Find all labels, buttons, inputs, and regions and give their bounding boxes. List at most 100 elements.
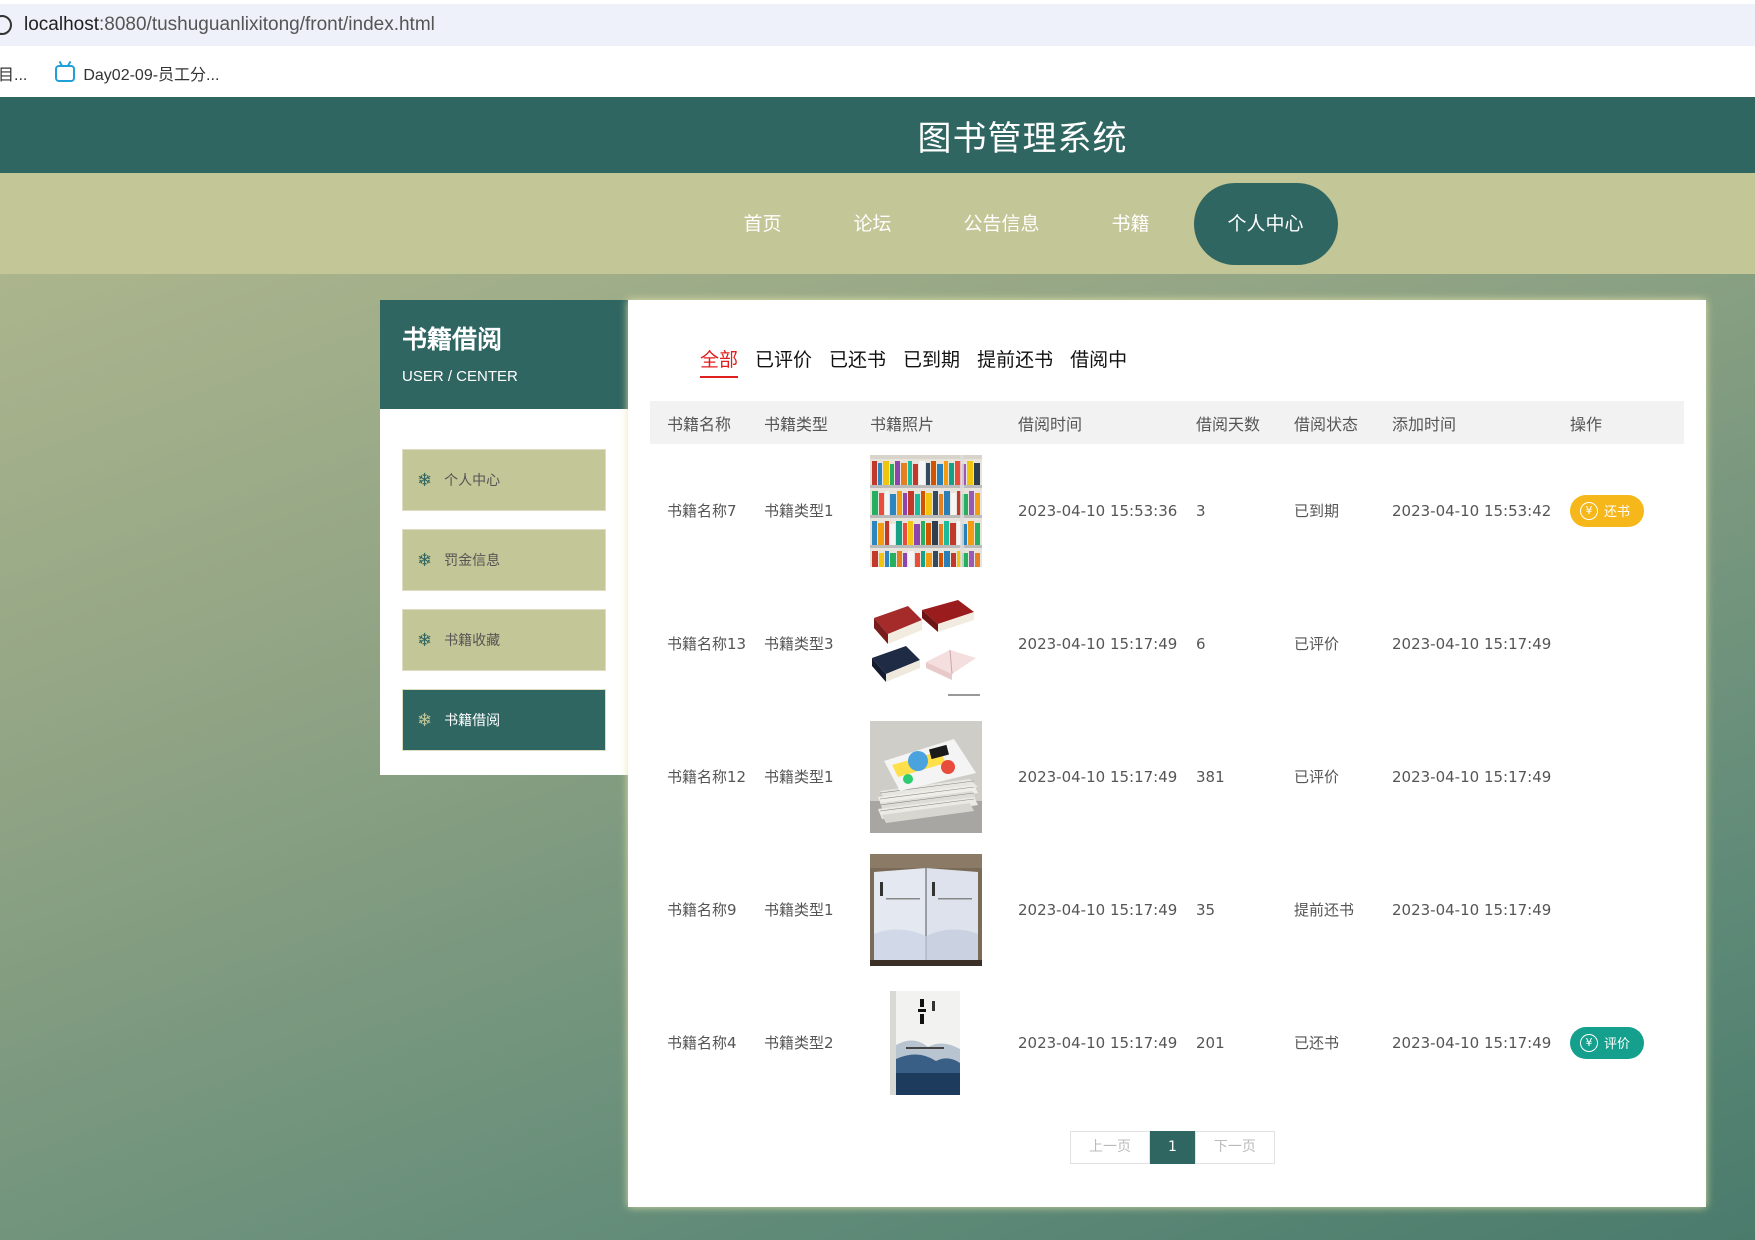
borrow-status: 已还书 bbox=[1294, 1034, 1340, 1052]
bookmarks-bar: 目... Day02-09-员工分... bbox=[0, 48, 1755, 98]
tab-returned[interactable]: 已还书 bbox=[829, 345, 886, 378]
table-row: 书籍名称4 书籍类型2 2023-04-10 15:17:49 201 已还书 … bbox=[650, 976, 1684, 1109]
book-type: 书籍类型1 bbox=[764, 502, 834, 520]
add-time: 2023-04-10 15:53:42 bbox=[1392, 501, 1552, 520]
sidebar-subtitle: USER / CENTER bbox=[402, 368, 518, 385]
sidebar-item-label: 书籍收藏 bbox=[444, 633, 501, 649]
borrow-days: 3 bbox=[1196, 501, 1206, 520]
book-type: 书籍类型1 bbox=[764, 901, 834, 919]
book-name: 书籍名称12 bbox=[667, 768, 747, 786]
nav-forum[interactable]: 论坛 bbox=[817, 183, 927, 265]
next-page-button[interactable]: 下一页 bbox=[1194, 1131, 1275, 1164]
book-name: 书籍名称9 bbox=[667, 901, 737, 919]
yen-icon: ¥ bbox=[1580, 1033, 1598, 1052]
nav-books[interactable]: 书籍 bbox=[1076, 183, 1186, 265]
address-url[interactable]: localhost:8080/tushuguanlixitong/front/i… bbox=[24, 14, 435, 36]
column-header: 借阅状态 bbox=[1294, 414, 1359, 434]
snowflake-icon: ❄ bbox=[417, 549, 433, 571]
tab-expired[interactable]: 已到期 bbox=[903, 345, 960, 378]
sidebar-item-label: 书籍借阅 bbox=[444, 713, 501, 729]
borrow-status: 已评价 bbox=[1294, 768, 1340, 786]
boxed-set-photo bbox=[870, 853, 982, 966]
borrow-time: 2023-04-10 15:17:49 bbox=[1018, 767, 1178, 786]
add-time: 2023-04-10 15:17:49 bbox=[1392, 1033, 1552, 1052]
tab-borrowing[interactable]: 借阅中 bbox=[1070, 345, 1127, 378]
bookmark-label: Day02-09-员工分... bbox=[83, 67, 220, 84]
book-name: 书籍名称4 bbox=[667, 1034, 737, 1052]
tab-reviewed[interactable]: 已评价 bbox=[755, 345, 812, 378]
column-header: 书籍名称 bbox=[667, 414, 732, 434]
table-row: 书籍名称12 书籍类型1 2023-04-10 15:17:49 381 已评价… bbox=[650, 710, 1684, 843]
action-cell: ¥ 还书 bbox=[1570, 494, 1684, 527]
site-info-icon[interactable] bbox=[0, 15, 12, 35]
pagination: 上一页 1 下一页 bbox=[1070, 1131, 1275, 1164]
borrow-time: 2023-04-10 15:17:49 bbox=[1018, 900, 1178, 919]
book-photo-cell bbox=[870, 853, 1018, 966]
snowflake-icon: ❄ bbox=[417, 629, 433, 651]
bookmark-label: 目... bbox=[0, 67, 28, 84]
hardcover-books-photo bbox=[870, 587, 982, 700]
nav-home[interactable]: 首页 bbox=[707, 183, 817, 265]
book-name: 书籍名称7 bbox=[667, 502, 737, 520]
add-time: 2023-04-10 15:17:49 bbox=[1392, 767, 1552, 786]
sidebar-item-label: 罚金信息 bbox=[444, 553, 501, 569]
table-row: 书籍名称9 书籍类型1 2023-04-10 15:17:49 35 提前还书 … bbox=[650, 843, 1684, 976]
prev-page-button[interactable]: 上一页 bbox=[1070, 1131, 1150, 1164]
sidebar-menu: ❄ 个人中心 ❄ 罚金信息 ❄ 书籍收藏 ❄ 书籍借阅 bbox=[380, 409, 628, 751]
huozhe-cover-photo bbox=[870, 986, 982, 1099]
sidebar-item-user-center[interactable]: ❄ 个人中心 bbox=[402, 449, 606, 511]
address-path: :8080/tushuguanlixitong/front/index.html bbox=[99, 14, 435, 35]
nav-user-center[interactable]: 个人中心 bbox=[1193, 182, 1338, 265]
bilibili-icon bbox=[55, 64, 76, 82]
borrow-time: 2023-04-10 15:53:36 bbox=[1018, 501, 1178, 520]
tab-all[interactable]: 全部 bbox=[700, 345, 739, 378]
book-type: 书籍类型1 bbox=[764, 768, 834, 786]
address-field[interactable]: localhost:8080/tushuguanlixitong/front/i… bbox=[0, 4, 1755, 46]
sidebar-item-fines[interactable]: ❄ 罚金信息 bbox=[402, 529, 606, 591]
borrow-time: 2023-04-10 15:17:49 bbox=[1018, 634, 1178, 653]
borrow-table: 书籍名称 书籍类型 书籍照片 借阅时间 借阅天数 借阅状态 添加时间 操作 书籍… bbox=[650, 401, 1684, 1109]
sidebar-item-favorites[interactable]: ❄ 书籍收藏 bbox=[402, 609, 606, 671]
nav-announcements[interactable]: 公告信息 bbox=[927, 183, 1075, 265]
column-header: 书籍类型 bbox=[764, 414, 829, 434]
button-label: 评价 bbox=[1604, 1037, 1631, 1052]
column-header: 操作 bbox=[1570, 414, 1603, 434]
site-title: 图书管理系统 bbox=[917, 118, 1128, 159]
page-number-button[interactable]: 1 bbox=[1150, 1131, 1195, 1164]
action-cell: ¥ 评价 bbox=[1570, 1026, 1684, 1059]
book-type: 书籍类型3 bbox=[764, 635, 834, 653]
bookshelf-photo bbox=[870, 454, 982, 567]
bookmark-item[interactable]: 目... bbox=[0, 61, 27, 85]
review-book-button[interactable]: ¥ 评价 bbox=[1570, 1026, 1645, 1059]
sidebar-item-label: 个人中心 bbox=[444, 473, 501, 489]
borrow-days: 381 bbox=[1196, 767, 1225, 786]
snowflake-icon: ❄ bbox=[417, 709, 433, 731]
book-photo-cell bbox=[870, 720, 1018, 833]
borrow-status: 已到期 bbox=[1294, 502, 1340, 520]
sidebar-header: 书籍借阅 USER / CENTER bbox=[380, 300, 628, 409]
return-book-button[interactable]: ¥ 还书 bbox=[1570, 494, 1645, 527]
site-header: 图书管理系统 bbox=[0, 97, 1755, 173]
column-header: 添加时间 bbox=[1392, 414, 1457, 434]
borrow-status: 提前还书 bbox=[1294, 901, 1355, 919]
sidebar: 书籍借阅 USER / CENTER ❄ 个人中心 ❄ 罚金信息 ❄ 书籍收藏 ❄ 书籍… bbox=[380, 300, 628, 775]
bookmark-item[interactable]: Day02-09-员工分... bbox=[55, 61, 219, 85]
address-host: localhost bbox=[24, 14, 99, 35]
column-header: 借阅时间 bbox=[1018, 414, 1083, 434]
borrow-status: 已评价 bbox=[1294, 635, 1340, 653]
table-header: 书籍名称 书籍类型 书籍照片 借阅时间 借阅天数 借阅状态 添加时间 操作 bbox=[650, 401, 1684, 444]
borrow-days: 6 bbox=[1196, 634, 1206, 653]
main-nav: 首页 论坛 公告信息 书籍 个人中心 bbox=[0, 173, 1755, 274]
snowflake-icon: ❄ bbox=[417, 469, 433, 491]
sidebar-item-borrowing[interactable]: ❄ 书籍借阅 bbox=[402, 689, 606, 751]
borrow-time: 2023-04-10 15:17:49 bbox=[1018, 1033, 1178, 1052]
main-panel: 全部 已评价 已还书 已到期 提前还书 借阅中 书籍名称 书籍类型 书籍照片 借… bbox=[628, 300, 1706, 1207]
add-time: 2023-04-10 15:17:49 bbox=[1392, 900, 1552, 919]
column-header: 借阅天数 bbox=[1196, 414, 1261, 434]
button-label: 还书 bbox=[1604, 505, 1631, 520]
tab-early-return[interactable]: 提前还书 bbox=[977, 345, 1053, 378]
column-header: 书籍照片 bbox=[870, 414, 935, 434]
book-photo-cell bbox=[870, 454, 1018, 567]
yen-icon: ¥ bbox=[1580, 501, 1598, 520]
book-name: 书籍名称13 bbox=[667, 635, 747, 653]
